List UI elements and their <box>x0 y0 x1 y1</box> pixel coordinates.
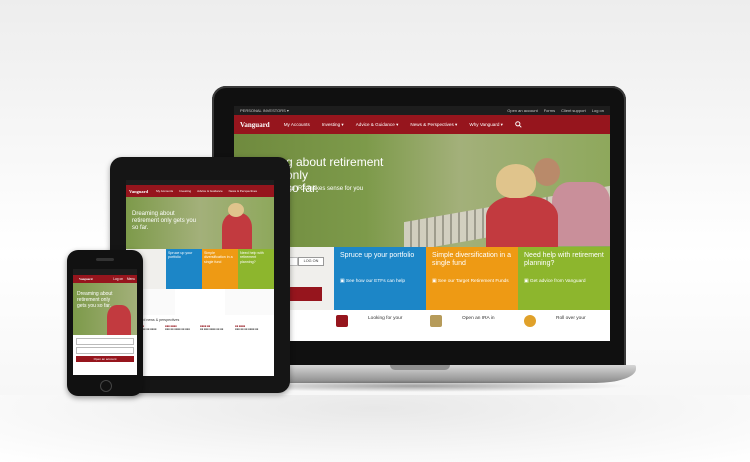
tablet-tile-blue[interactable]: Spruce up your portfolio <box>166 249 202 289</box>
hero-man-head <box>534 158 560 186</box>
tablet-news-col[interactable]: ■■■ ■■■■ ■■■ ■■ ■■■■ ■■ ■■■ <box>165 325 200 335</box>
tablet-tiles: Spruce up your portfolio Simple diversif… <box>126 249 274 289</box>
tile-simple-diversification[interactable]: Simple diversification in a single fund … <box>426 247 518 310</box>
feature-strip: ice with Looking for your Open an IRA in… <box>234 310 610 341</box>
tablet-nav-item[interactable]: Investing <box>179 189 191 193</box>
hero-girl-image <box>486 196 558 247</box>
tile-title: Need help with retirement planning? <box>524 252 604 267</box>
background-floor <box>0 395 750 462</box>
strip-item-open-ira[interactable]: Open an IRA in <box>422 310 516 341</box>
calendar-icon <box>336 315 348 327</box>
phone-open-account-button[interactable]: Open an account <box>76 356 134 362</box>
nav-advice-guidance[interactable]: Advice & Guidance ▾ <box>356 122 399 128</box>
tablet-news-columns: ■■■ ■■ ■■■■ ■ ■■ ■■ ■■ ■ ■■ ■■ ■■ ■■ ■■ ■■■ ■… <box>126 325 274 335</box>
piggy-bank-icon <box>430 315 442 327</box>
tablet-strip-item[interactable] <box>175 289 225 315</box>
tablet-nav-item[interactable]: My Accounts <box>156 189 173 193</box>
nav-my-accounts[interactable]: My Accounts <box>284 122 310 127</box>
phone-speaker <box>96 258 114 261</box>
personal-investors-menu[interactable]: PERSONAL INVESTORS ▾ <box>240 108 289 113</box>
nav-news-perspectives[interactable]: News & Perspectives ▾ <box>410 122 457 128</box>
nav-why-vanguard[interactable]: Why Vanguard ▾ <box>469 122 503 128</box>
tablet-nav-item[interactable]: News & Perspectives <box>229 189 257 193</box>
hero-subtext[interactable]: ard IRA makes sense for you <box>286 186 363 192</box>
tablet-strip-item[interactable] <box>224 289 274 315</box>
phone-nav-menu[interactable]: Menu <box>127 277 135 281</box>
tablet-icon-strip <box>126 289 274 315</box>
main-nav: Vanguard My Accounts Investing ▾ Advice … <box>234 115 610 134</box>
promo-tiles: LOG ON ount Spruce up your portfolio ▣ S… <box>234 247 610 310</box>
phone-hero-headline: Dreaming about retirement only gets you … <box>77 291 113 309</box>
phone-hero: Dreaming about retirement only gets you … <box>73 283 137 335</box>
tile-spruce-portfolio[interactable]: Spruce up your portfolio ▣ See how our E… <box>334 247 426 310</box>
strip-item-roll-over[interactable]: Roll over your <box>516 310 610 341</box>
tablet-screen: Vanguard My Accounts Investing Advice & … <box>126 180 274 376</box>
tile-link[interactable]: ▣ Get advice from Vanguard <box>524 279 604 285</box>
tile-retirement-planning[interactable]: Need help with retirement planning? ▣ Ge… <box>518 247 610 310</box>
rollover-icon <box>524 315 536 327</box>
laptop-notch <box>390 365 450 370</box>
client-support-link[interactable]: Client support <box>561 108 586 113</box>
laptop-screen: PERSONAL INVESTORS ▾ Open an account For… <box>234 106 610 341</box>
search-icon[interactable] <box>515 120 522 129</box>
tablet-hero: Dreaming about retirement only gets you … <box>126 197 274 249</box>
nav-investing[interactable]: Investing ▾ <box>322 122 344 128</box>
tablet-tile-green[interactable]: Need help with retirement planning? <box>238 249 274 289</box>
tablet-logo[interactable]: Vanguard <box>129 189 148 194</box>
utility-bar: PERSONAL INVESTORS ▾ Open an account For… <box>234 106 610 115</box>
tablet-hero-girl <box>222 213 252 249</box>
tile-link[interactable]: ▣ See how our ETFs can help <box>340 279 420 285</box>
phone-screen: Vanguard Log on Menu Dreaming about reti… <box>73 269 137 375</box>
forms-link[interactable]: Forms <box>544 108 555 113</box>
tablet-news-col[interactable]: ■■ ■■■■ ■■■ ■■ ■■ ■■■■ ■■ <box>235 325 270 335</box>
hero-girl-hair <box>496 164 536 198</box>
phone-nav: Vanguard Log on Menu <box>73 275 137 283</box>
strip-item-looking[interactable]: Looking for your <box>328 310 422 341</box>
open-account-link[interactable]: Open an account <box>507 108 537 113</box>
phone-login-form: Open an account <box>73 335 137 365</box>
phone-nav-log-on[interactable]: Log on <box>113 277 123 281</box>
tile-title: Spruce up your portfolio <box>340 252 415 259</box>
phone-home-button <box>100 380 112 392</box>
log-on-link[interactable]: Log on <box>592 108 604 113</box>
phone-logo[interactable]: Vanguard <box>79 277 93 281</box>
tablet-nav-item[interactable]: Advice & Guidance <box>197 189 223 193</box>
tablet-hero-hair <box>228 203 244 217</box>
tile-link[interactable]: ▣ See our Target Retirement Funds <box>432 279 512 285</box>
phone-hero-girl <box>107 305 131 335</box>
tablet-news-col[interactable]: ■■■■ ■■ ■■ ■■■ ■■■■ ■■ ■■ <box>200 325 235 335</box>
phone-password-input[interactable] <box>76 347 134 354</box>
log-on-button[interactable]: LOG ON <box>298 257 324 266</box>
phone-username-input[interactable] <box>76 338 134 345</box>
hero-man-image <box>552 182 610 246</box>
tablet-nav: Vanguard My Accounts Investing Advice & … <box>126 185 274 197</box>
hero-banner: g about retirement only so far. ard IRA … <box>234 134 610 247</box>
tablet-tile-orange[interactable]: Simple diversification in a single fund <box>202 249 238 289</box>
tablet-hero-headline: Dreaming about retirement only gets you … <box>132 211 197 231</box>
vanguard-logo[interactable]: Vanguard <box>240 121 270 129</box>
tile-title: Simple diversification in a single fund <box>432 252 511 267</box>
tablet-news-title: Vanguard news & perspectives <box>130 318 180 322</box>
